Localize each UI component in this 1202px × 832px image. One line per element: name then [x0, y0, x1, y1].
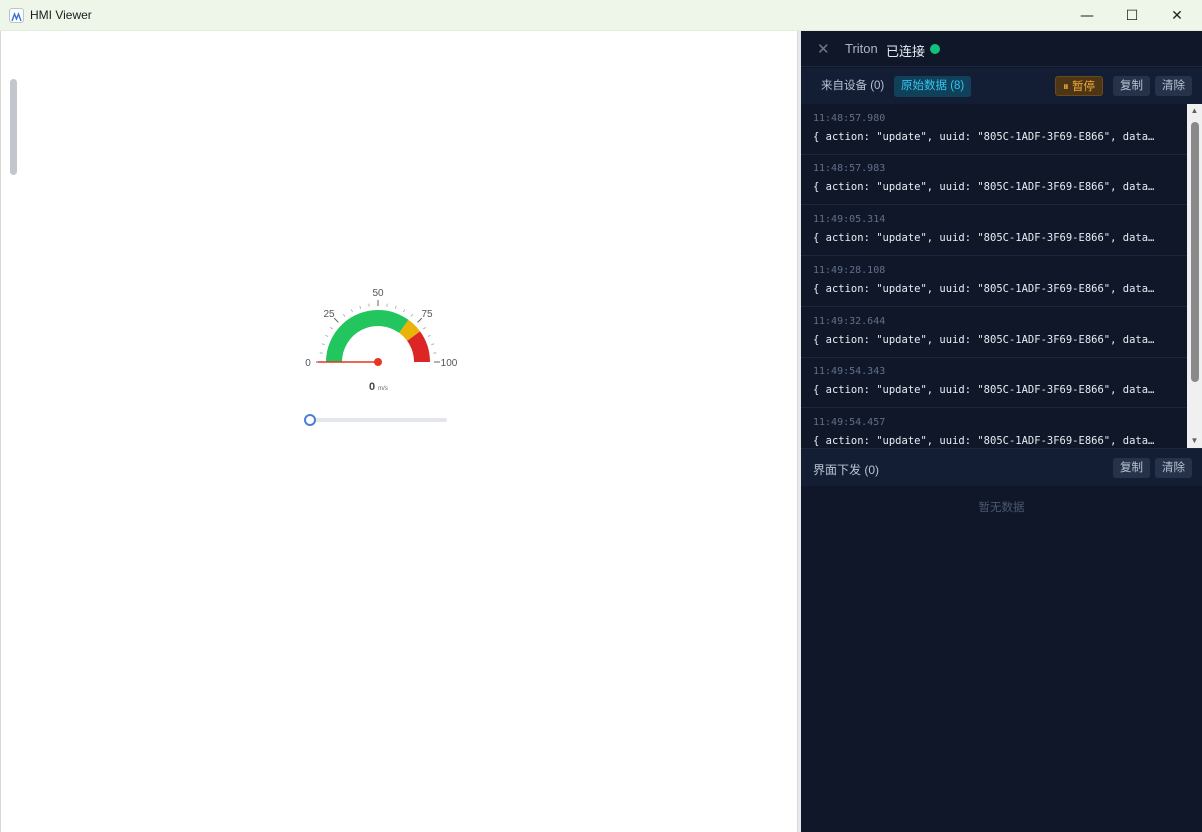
minimize-icon: —	[1080, 7, 1094, 24]
log-text: { action: "update", uuid: "805C-1ADF-3F6…	[813, 334, 1158, 346]
clear-logs-button[interactable]: 清除	[1155, 76, 1192, 96]
gauge-tick	[333, 317, 339, 323]
log-entry[interactable]: 11:48:57.983 { action: "update", uuid: "…	[801, 154, 1187, 205]
app-logo-icon	[9, 8, 24, 23]
gauge-tick-label-75: 75	[421, 309, 433, 320]
gauge-tick	[427, 334, 431, 337]
log-text: { action: "update", uuid: "805C-1ADF-3F6…	[813, 181, 1158, 193]
panel-header: ✕ Triton 已连接	[801, 31, 1202, 67]
maximize-icon: ☐	[1125, 7, 1139, 24]
speed-slider-thumb[interactable]	[304, 414, 316, 426]
log-text: { action: "update", uuid: "805C-1ADF-3F6…	[813, 435, 1158, 447]
copy-logs-button[interactable]: 复制	[1113, 76, 1150, 96]
speed-gauge: 0 25 50 75 100 0 m/s	[298, 280, 468, 400]
status-dot-icon	[930, 44, 940, 54]
connection-status: 已连接	[886, 44, 926, 59]
gauge-tick	[359, 305, 362, 309]
log-time: 11:49:54.457	[813, 417, 886, 428]
gauge-tick	[325, 334, 329, 337]
log-tabbar: 来自设备 (0) 原始数据 (8) ⏸ 暂停 复制 清除	[801, 68, 1202, 104]
empty-state: 暂无数据	[978, 502, 1025, 514]
tab-raw-data[interactable]: 原始数据 (8)	[894, 76, 972, 97]
hmi-canvas	[0, 31, 798, 832]
gauge-band-green	[326, 310, 409, 362]
gauge-tick	[330, 327, 333, 330]
close-icon: ✕	[1171, 7, 1183, 24]
gauge-tick	[343, 314, 346, 317]
pause-button[interactable]: ⏸ 暂停	[1055, 76, 1103, 96]
log-scrollbar[interactable]: ▲ ▼	[1187, 104, 1202, 448]
gauge-tick-label-25: 25	[323, 309, 335, 320]
log-text: { action: "update", uuid: "805C-1ADF-3F6…	[813, 283, 1158, 295]
gauge-needle-hub	[374, 358, 382, 366]
window-title: HMI Viewer	[30, 8, 92, 22]
device-name: Triton	[845, 41, 878, 56]
gauge-tick	[394, 305, 397, 309]
gauge-tick	[350, 309, 353, 313]
log-entry[interactable]: 11:49:32.644 { action: "update", uuid: "…	[801, 307, 1187, 358]
gauge-tick	[431, 343, 435, 346]
gauge-svg: 0 25 50 75 100 0 m/s	[305, 288, 458, 393]
log-text: { action: "update", uuid: "805C-1ADF-3F6…	[813, 232, 1158, 244]
gauge-tick	[410, 314, 413, 317]
canvas-scrollbar[interactable]	[10, 79, 17, 175]
scroll-down-icon[interactable]: ▼	[1187, 434, 1202, 448]
gauge-tick-label-0: 0	[305, 358, 311, 369]
log-text: { action: "update", uuid: "805C-1ADF-3F6…	[813, 131, 1158, 143]
log-scroll-thumb[interactable]	[1191, 122, 1199, 382]
speed-slider-track[interactable]	[310, 418, 447, 422]
log-time: 11:48:57.983	[813, 163, 886, 174]
panel-close-icon[interactable]: ✕	[817, 40, 830, 58]
log-time: 11:49:54.343	[813, 366, 886, 377]
tab-from-device[interactable]: 来自设备 (0)	[814, 76, 891, 97]
gauge-tick	[423, 327, 426, 330]
maximize-button[interactable]: ☐	[1109, 0, 1155, 31]
title-bar: HMI Viewer — ☐ ✕	[0, 0, 1202, 31]
log-list: 11:48:57.980 { action: "update", uuid: "…	[801, 104, 1187, 448]
clear-outbound-button[interactable]: 清除	[1155, 458, 1192, 478]
log-entry[interactable]: 11:49:05.314 { action: "update", uuid: "…	[801, 205, 1187, 256]
gauge-tick	[321, 343, 325, 346]
outbound-title: 界面下发 (0)	[813, 463, 880, 477]
gauge-unit: m/s	[378, 386, 388, 392]
copy-outbound-button[interactable]: 复制	[1113, 458, 1150, 478]
minimize-button[interactable]: —	[1064, 0, 1110, 31]
log-time: 11:49:32.644	[813, 316, 886, 327]
log-time: 11:48:57.980	[813, 113, 886, 124]
log-text: { action: "update", uuid: "805C-1ADF-3F6…	[813, 384, 1158, 396]
gauge-value: 0	[369, 381, 375, 393]
log-entry[interactable]: 11:49:28.108 { action: "update", uuid: "…	[801, 256, 1187, 307]
outbound-section-header: 界面下发 (0) 复制 清除	[801, 448, 1202, 486]
scroll-up-icon[interactable]: ▲	[1187, 104, 1202, 118]
log-time: 11:49:28.108	[813, 265, 886, 276]
log-entry[interactable]: 11:49:54.457 { action: "update", uuid: "…	[801, 408, 1187, 448]
gauge-tick-label-100: 100	[441, 358, 458, 369]
gauge-tick-label-50: 50	[372, 288, 384, 299]
log-entry[interactable]: 11:48:57.980 { action: "update", uuid: "…	[801, 104, 1187, 155]
debug-panel: ✕ Triton 已连接 来自设备 (0) 原始数据 (8) ⏸ 暂停 复制 清…	[801, 31, 1202, 832]
log-entry[interactable]: 11:49:54.343 { action: "update", uuid: "…	[801, 357, 1187, 408]
gauge-tick	[403, 309, 406, 313]
log-time: 11:49:05.314	[813, 214, 886, 225]
close-window-button[interactable]: ✕	[1154, 0, 1200, 31]
